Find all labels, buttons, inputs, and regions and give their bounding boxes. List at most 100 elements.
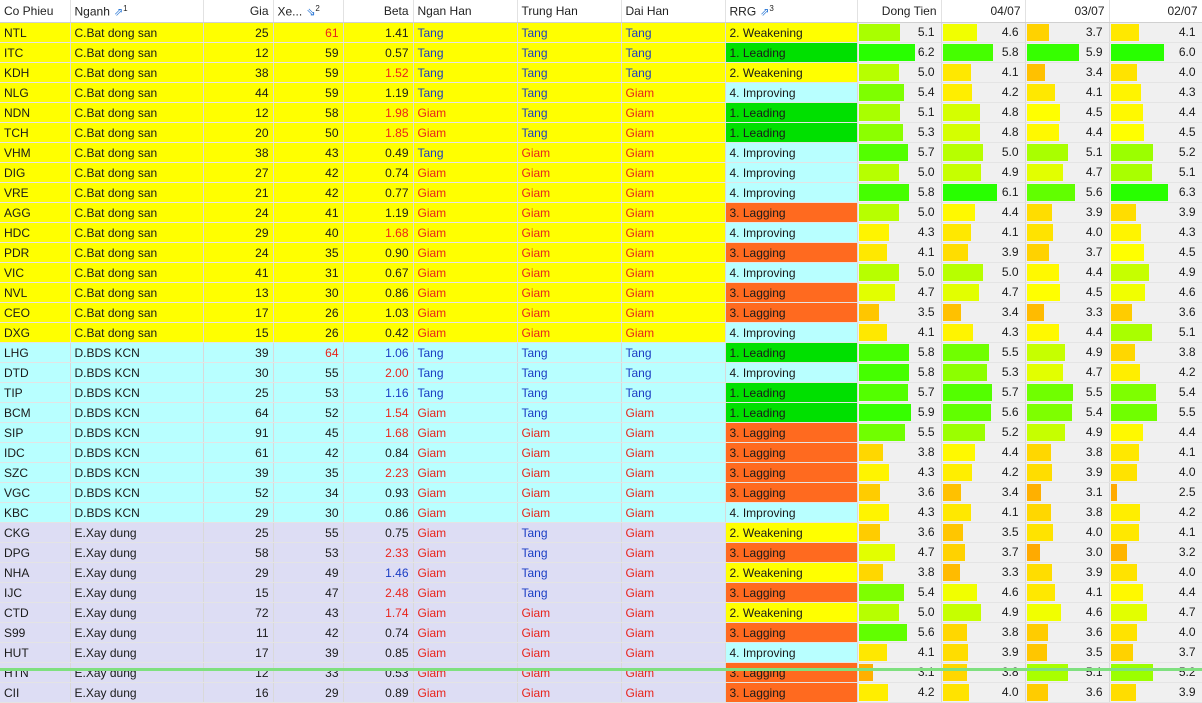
table-row[interactable]: SZC D.BDS KCN 39 35 2.23 Giam Giam Giam 3. Laggi… [0, 462, 1202, 483]
table-row[interactable]: KBC D.BDS KCN 29 30 0.86 Giam Giam Giam 4. Impro… [0, 502, 1202, 523]
code-cell[interactable]: KDH [0, 62, 71, 83]
code-cell[interactable]: NHA [0, 562, 71, 583]
code-cell[interactable]: VRE [0, 182, 71, 203]
code-cell[interactable]: TCH [0, 122, 71, 143]
col-header-d3[interactable]: 02/07 [1109, 0, 1202, 23]
code-cell[interactable]: NDN [0, 102, 71, 123]
table-row[interactable]: CKG E.Xay dung 25 55 0.75 Giam Tang Giam 2. Weak… [0, 522, 1202, 543]
table-row[interactable]: BCM D.BDS KCN 64 52 1.54 Giam Tang Giam 1. Leadi… [0, 402, 1202, 423]
code-cell[interactable]: SIP [0, 422, 71, 443]
table-row[interactable]: TIP D.BDS KCN 25 53 1.16 Tang Tang Tang 1. Leadi… [0, 382, 1202, 403]
col-header-d1[interactable]: 04/07 [941, 0, 1026, 23]
code-cell[interactable]: SZC [0, 462, 71, 483]
d2-bar [1026, 304, 1044, 321]
d1-value: 3.5 [1001, 525, 1019, 539]
flow-value: 5.4 [917, 585, 935, 599]
table-row[interactable]: NLG C.Bat dong san 44 59 1.19 Tang Tang Giam 4. … [0, 82, 1202, 103]
code-cell[interactable]: NTL [0, 22, 71, 43]
code-cell[interactable]: IJC [0, 582, 71, 603]
col-header-long[interactable]: Dai Han [621, 0, 726, 23]
code-cell[interactable]: LHG [0, 342, 71, 363]
table-row[interactable]: VGC D.BDS KCN 52 34 0.93 Giam Giam Giam 3. Laggi… [0, 482, 1202, 503]
code-cell[interactable]: BCM [0, 402, 71, 423]
d1-bar [942, 164, 982, 181]
price-cell: 12 [203, 662, 274, 683]
code-cell[interactable]: DPG [0, 542, 71, 563]
code-cell[interactable]: VGC [0, 482, 71, 503]
table-row[interactable]: ITC C.Bat dong san 12 59 0.57 Tang Tang Tang 1. … [0, 42, 1202, 63]
table-row[interactable]: DXG C.Bat dong san 15 26 0.42 Giam Giam Giam 4. … [0, 322, 1202, 343]
code-cell[interactable]: AGG [0, 202, 71, 223]
table-row[interactable]: NTL C.Bat dong san 25 61 1.41 Tang Tang Tang 2. … [0, 22, 1202, 43]
code-cell[interactable]: VHM [0, 142, 71, 163]
code-cell[interactable]: NVL [0, 282, 71, 303]
col-header-sector[interactable]: Nganh ⇗1 [70, 0, 204, 23]
col-header-beta[interactable]: Beta [343, 0, 414, 23]
code-cell[interactable]: DIG [0, 162, 71, 183]
code-cell[interactable]: HUT [0, 642, 71, 663]
long-trend-cell: Giam [621, 242, 726, 263]
code-cell[interactable]: DXG [0, 322, 71, 343]
code-cell[interactable]: IDC [0, 442, 71, 463]
table-row[interactable]: VIC C.Bat dong san 41 31 0.67 Giam Giam Giam 4. … [0, 262, 1202, 283]
table-row[interactable]: CEO C.Bat dong san 17 26 1.03 Giam Giam Giam 3. … [0, 302, 1202, 323]
table-row[interactable]: AGG C.Bat dong san 24 41 1.19 Giam Giam Giam 3. … [0, 202, 1202, 223]
table-row[interactable]: TCH C.Bat dong san 20 50 1.85 Giam Tang Giam 1. … [0, 122, 1202, 143]
col-header-rank[interactable]: Xe... ⇘2 [273, 0, 344, 23]
table-row[interactable]: VRE C.Bat dong san 21 42 0.77 Giam Giam Giam 4. … [0, 182, 1202, 203]
table-row[interactable]: VHM C.Bat dong san 38 43 0.49 Tang Giam Giam 4. … [0, 142, 1202, 163]
code-cell[interactable]: CII [0, 682, 71, 703]
code-cell[interactable]: CKG [0, 522, 71, 543]
table-row[interactable]: DIG C.Bat dong san 27 42 0.74 Giam Giam Giam 4. … [0, 162, 1202, 183]
d1-cell: 5.0 [941, 262, 1026, 283]
code-cell[interactable]: ITC [0, 42, 71, 63]
price-cell: 13 [203, 282, 274, 303]
d1-cell: 5.5 [941, 342, 1026, 363]
col-header-flow[interactable]: Dong Tien [857, 0, 942, 23]
code-cell[interactable]: TIP [0, 382, 71, 403]
code-cell[interactable]: PDR [0, 242, 71, 263]
col-header-mid[interactable]: Trung Han [517, 0, 622, 23]
col-header-short[interactable]: Ngan Han [413, 0, 518, 23]
table-row[interactable]: NHA E.Xay dung 29 49 1.46 Giam Tang Giam 2. Weak… [0, 562, 1202, 583]
table-row[interactable]: NVL C.Bat dong san 13 30 0.86 Giam Giam Giam 3. … [0, 282, 1202, 303]
col-header-price[interactable]: Gia [203, 0, 274, 23]
d1-cell: 3.9 [941, 642, 1026, 663]
code-cell[interactable]: S99 [0, 622, 71, 643]
table-row[interactable]: HDC C.Bat dong san 29 40 1.68 Giam Giam Giam 4. … [0, 222, 1202, 243]
beta-cell: 1.74 [343, 602, 414, 623]
code-cell[interactable]: DTD [0, 362, 71, 383]
table-row[interactable]: CTD E.Xay dung 72 43 1.74 Giam Giam Giam 2. Weak… [0, 602, 1202, 623]
rank-cell: 42 [273, 182, 344, 203]
table-row[interactable]: NDN C.Bat dong san 12 58 1.98 Giam Tang Giam 1. … [0, 102, 1202, 123]
code-cell[interactable]: CTD [0, 602, 71, 623]
table-row[interactable]: LHG D.BDS KCN 39 64 1.06 Tang Tang Tang 1. Leadi… [0, 342, 1202, 363]
sort-down-icon[interactable]: ⇘2 [306, 4, 320, 19]
table-row[interactable]: SIP D.BDS KCN 91 45 1.68 Giam Giam Giam 3. Laggi… [0, 422, 1202, 443]
code-cell[interactable]: HTN [0, 662, 71, 683]
table-row[interactable]: IJC E.Xay dung 15 47 2.48 Giam Tang Giam 3. Lagg… [0, 582, 1202, 603]
code-cell[interactable]: HDC [0, 222, 71, 243]
table-row[interactable]: IDC D.BDS KCN 61 42 0.84 Giam Giam Giam 3. Laggi… [0, 442, 1202, 463]
flow-bar [858, 64, 899, 81]
sort-up-icon[interactable]: ⇗3 [760, 4, 774, 19]
mid-trend-cell: Giam [517, 662, 622, 683]
table-row[interactable]: KDH C.Bat dong san 38 59 1.52 Tang Tang Tang 2. … [0, 62, 1202, 83]
code-cell[interactable]: NLG [0, 82, 71, 103]
short-trend-cell: Giam [413, 262, 518, 283]
table-row[interactable]: HTN E.Xay dung 12 33 0.53 Giam Giam Giam 3. Lagg… [0, 662, 1202, 683]
code-cell[interactable]: CEO [0, 302, 71, 323]
sort-up-icon[interactable]: ⇗1 [114, 4, 128, 19]
flow-bar [858, 664, 874, 681]
col-header-d2[interactable]: 03/07 [1025, 0, 1110, 23]
table-row[interactable]: DTD D.BDS KCN 30 55 2.00 Tang Tang Tang 4. Impro… [0, 362, 1202, 383]
col-header-code[interactable]: Co Phieu [0, 0, 71, 23]
col-header-rrg[interactable]: RRG ⇗3 [725, 0, 858, 23]
table-row[interactable]: PDR C.Bat dong san 24 35 0.90 Giam Giam Giam 3. … [0, 242, 1202, 263]
table-row[interactable]: S99 E.Xay dung 11 42 0.74 Giam Giam Giam 3. Lagg… [0, 622, 1202, 643]
table-row[interactable]: HUT E.Xay dung 17 39 0.85 Giam Giam Giam 4. Impr… [0, 642, 1202, 663]
code-cell[interactable]: KBC [0, 502, 71, 523]
code-cell[interactable]: VIC [0, 262, 71, 283]
table-row[interactable]: CII E.Xay dung 16 29 0.89 Giam Giam Giam 3. Lagg… [0, 682, 1202, 703]
table-row[interactable]: DPG E.Xay dung 58 53 2.33 Giam Tang Giam 3. Lagg… [0, 542, 1202, 563]
